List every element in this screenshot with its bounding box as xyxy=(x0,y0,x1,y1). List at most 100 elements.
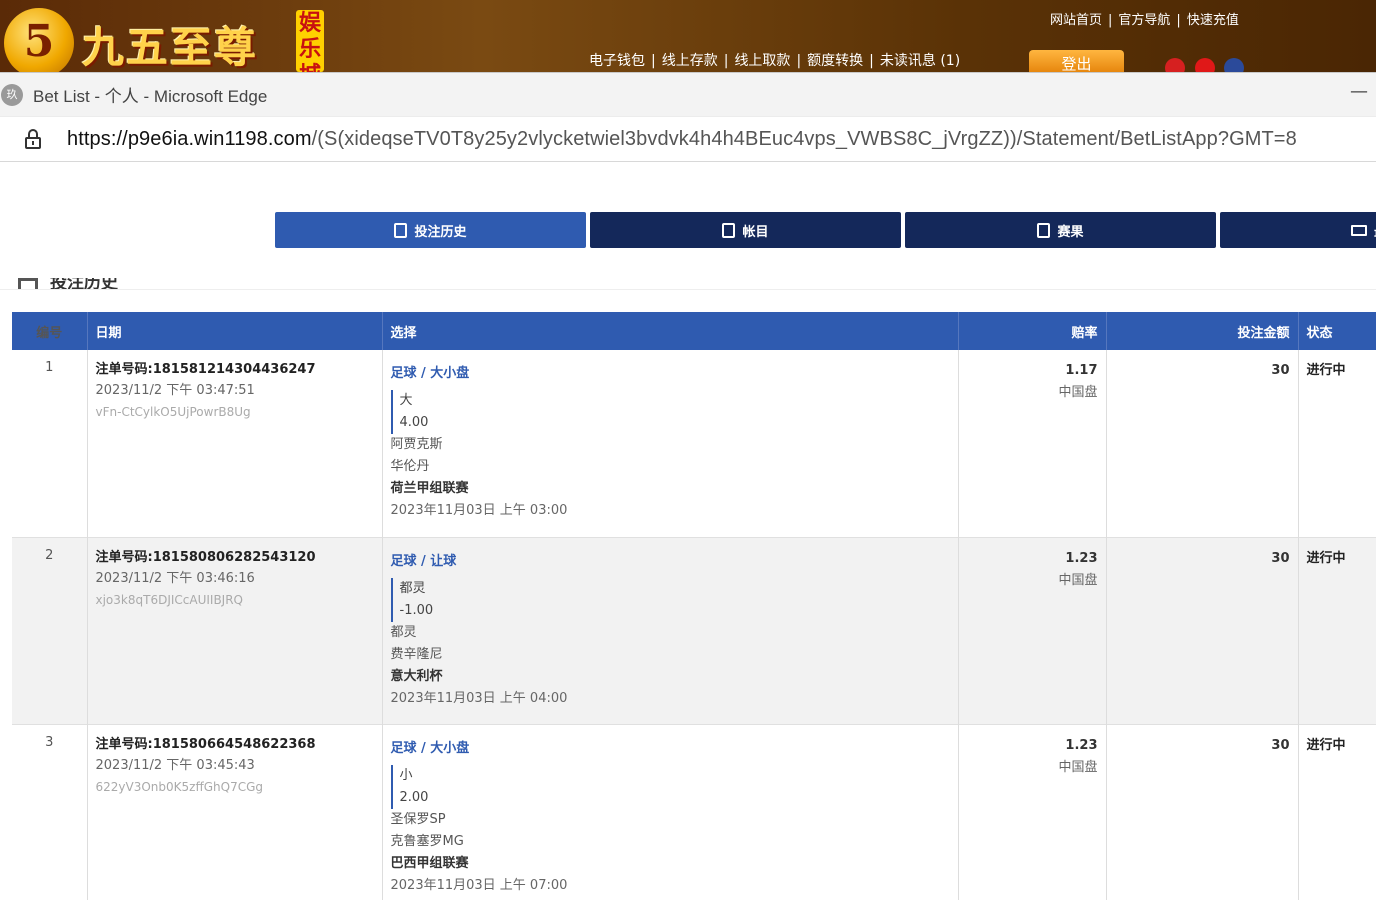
lock-icon[interactable] xyxy=(24,129,42,149)
header-date: 日期 xyxy=(87,312,383,350)
ticket-number: 注单号码:181580664548622368 xyxy=(95,736,316,752)
sport-market: 足球 / 大小盘 xyxy=(390,366,470,381)
tab-label: 投注历史 xyxy=(414,224,467,240)
league-name: 巴西甲组联赛 xyxy=(390,855,469,871)
odds-value: 1.23 xyxy=(1065,737,1098,753)
receipt-icon xyxy=(394,222,408,238)
odds-type: 中国盘 xyxy=(1058,385,1098,400)
home-team: 圣保罗SP xyxy=(390,811,446,827)
hk-flag-icon[interactable] xyxy=(1165,58,1185,72)
top-link-recharge[interactable]: 快速充值 xyxy=(1187,13,1239,28)
pick-block: 小 2.00 xyxy=(390,764,950,809)
status-badge: 进行中 xyxy=(1306,550,1346,566)
away-team: 华伦丹 xyxy=(390,459,430,474)
table-row: 1 注单号码:181581214304436247 2023/11/2 下午 0… xyxy=(12,350,1376,537)
us-flag-icon[interactable] xyxy=(1224,58,1244,72)
logo-badge: 娱乐城 xyxy=(296,10,324,72)
envelope-icon xyxy=(1350,224,1367,236)
nav-wallet[interactable]: 电子钱包 xyxy=(589,53,645,69)
bet-code: 622yV3Onb0K5zffGhQ7CGg xyxy=(95,779,264,794)
tab-bet-history[interactable]: 投注历史 xyxy=(275,212,586,248)
cn-flag-icon[interactable] xyxy=(1195,58,1215,72)
kickoff-time: 2023年11月03日 上午 07:00 xyxy=(390,877,568,893)
table-header-row: 编号 日期 选择 赔率 投注金额 状态 xyxy=(12,312,1376,350)
row-status-cell: 进行中 xyxy=(1298,350,1376,537)
row-status-cell: 进行中 xyxy=(1298,723,1376,900)
row-selection-cell: 足球 / 让球 都灵 -1.00 都灵 费辛隆尼 意大利杯 2023年11月03… xyxy=(382,536,959,724)
header-selection: 选择 xyxy=(382,312,959,350)
top-link-nav[interactable]: 官方导航 xyxy=(1118,13,1170,28)
logo-mark: 5 xyxy=(4,8,74,72)
stake-amount: 30 xyxy=(1271,737,1290,753)
logout-button[interactable]: 登出 xyxy=(1029,50,1124,72)
top-links: 网站首页 | 官方导航 | 快速充值 xyxy=(1050,13,1239,28)
header-stake: 投注金额 xyxy=(1106,312,1299,350)
table-row: 3 注单号码:181580664548622368 2023/11/2 下午 0… xyxy=(12,723,1376,900)
row-stake-cell: 30 xyxy=(1106,350,1299,537)
stake-amount: 30 xyxy=(1271,363,1290,378)
row-no: 3 xyxy=(12,723,88,900)
pick-block: 都灵 -1.00 xyxy=(390,577,950,622)
pick-name: 都灵 xyxy=(399,580,426,596)
tab-account[interactable]: 帐目 xyxy=(590,212,901,248)
site-logo-text: 九五至尊 xyxy=(82,23,259,72)
ledger-icon xyxy=(722,222,736,238)
url-host: https://p9e6ia.win1198.com xyxy=(67,127,312,150)
away-team: 费辛隆尼 xyxy=(390,646,443,662)
browser-title-bar: 玖 Bet List - 个人 - Microsoft Edge — xyxy=(0,72,1376,116)
row-selection-cell: 足球 / 大小盘 小 2.00 圣保罗SP 克鲁塞罗MG 巴西甲组联赛 2023… xyxy=(382,723,959,900)
bet-datetime: 2023/11/2 下午 03:47:51 xyxy=(95,383,255,398)
odds-value: 1.17 xyxy=(1065,363,1098,378)
odds-type: 中国盘 xyxy=(1058,759,1098,775)
nav-withdraw[interactable]: 线上取款 xyxy=(734,53,790,69)
ticket-number: 注单号码:181580806282543120 xyxy=(95,549,316,565)
row-stake-cell: 30 xyxy=(1106,536,1299,724)
pick-block: 大 4.00 xyxy=(390,390,950,434)
tab-results[interactable]: 赛果 xyxy=(905,212,1216,248)
tab-label: 帐目 xyxy=(742,224,769,240)
header-no: 编号 xyxy=(12,312,88,350)
bet-tabs: 投注历史 帐目 赛果 最新 xyxy=(275,212,1376,248)
sport-market: 足球 / 大小盘 xyxy=(390,740,470,756)
window-title: Bet List - 个人 - Microsoft Edge xyxy=(33,87,268,106)
bet-code: vFn-CtCylkO5UjPowrB8Ug xyxy=(95,405,251,419)
home-team: 都灵 xyxy=(390,624,417,640)
pick-line: 4.00 xyxy=(399,415,429,430)
row-odds-cell: 1.23 中国盘 xyxy=(958,536,1107,724)
header-status: 状态 xyxy=(1298,312,1376,350)
bet-list-table: 编号 日期 选择 赔率 投注金额 状态 1 注单号码:1815812143044… xyxy=(12,312,1376,900)
url-text[interactable]: https://p9e6ia.win1198.com/(S(xideqseTV0… xyxy=(67,128,1297,151)
odds-value: 1.23 xyxy=(1065,550,1098,566)
league-name: 荷兰甲组联赛 xyxy=(390,481,469,496)
row-no: 2 xyxy=(12,536,88,724)
bet-code: xjo3k8qT6DJICcAUIIBJRQ xyxy=(95,592,244,607)
row-date-cell: 注单号码:181581214304436247 2023/11/2 下午 03:… xyxy=(87,350,383,537)
url-path: /(S(xideqseTV0T8y25y2vlycketwiel3bvdvk4h… xyxy=(311,127,1297,150)
stake-amount: 30 xyxy=(1271,550,1290,566)
address-bar[interactable]: https://p9e6ia.win1198.com/(S(xideqseTV0… xyxy=(0,116,1376,162)
bet-datetime: 2023/11/2 下午 03:46:16 xyxy=(95,570,255,586)
pick-name: 大 xyxy=(399,393,413,408)
odds-type: 中国盘 xyxy=(1058,572,1098,588)
section-divider xyxy=(0,289,1376,290)
top-link-home[interactable]: 网站首页 xyxy=(1050,13,1102,28)
row-date-cell: 注单号码:181580806282543120 2023/11/2 下午 03:… xyxy=(87,536,383,724)
site-header: 5 九五至尊 娱乐城 网站首页|官方导航|快速充值 电子钱包|线上存款|线上取款… xyxy=(0,0,1376,72)
home-team: 阿贾克斯 xyxy=(390,437,443,452)
row-odds-cell: 1.17 中国盘 xyxy=(958,350,1107,537)
nav-deposit[interactable]: 线上存款 xyxy=(662,53,718,69)
table-row: 2 注单号码:181580806282543120 2023/11/2 下午 0… xyxy=(12,536,1376,724)
results-icon xyxy=(1037,222,1051,238)
row-date-cell: 注单号码:181580664548622368 2023/11/2 下午 03:… xyxy=(87,723,383,900)
nav-transfer[interactable]: 额度转换 xyxy=(807,53,863,69)
nav-messages[interactable]: 未读讯息 (1) xyxy=(880,53,960,69)
tab-latest[interactable]: 最新 xyxy=(1220,212,1376,248)
row-status-cell: 进行中 xyxy=(1298,536,1376,724)
minimize-icon[interactable]: — xyxy=(1350,81,1368,102)
row-odds-cell: 1.23 中国盘 xyxy=(958,723,1107,900)
tab-label: 赛果 xyxy=(1057,224,1084,240)
pick-line: -1.00 xyxy=(399,602,434,618)
header-odds: 赔率 xyxy=(958,312,1107,350)
kickoff-time: 2023年11月03日 上午 03:00 xyxy=(390,503,568,518)
page-content: 投注历史 帐目 赛果 最新 投注历史 编号 日期 选择 赔率 投注金额 状态 xyxy=(0,162,1376,900)
